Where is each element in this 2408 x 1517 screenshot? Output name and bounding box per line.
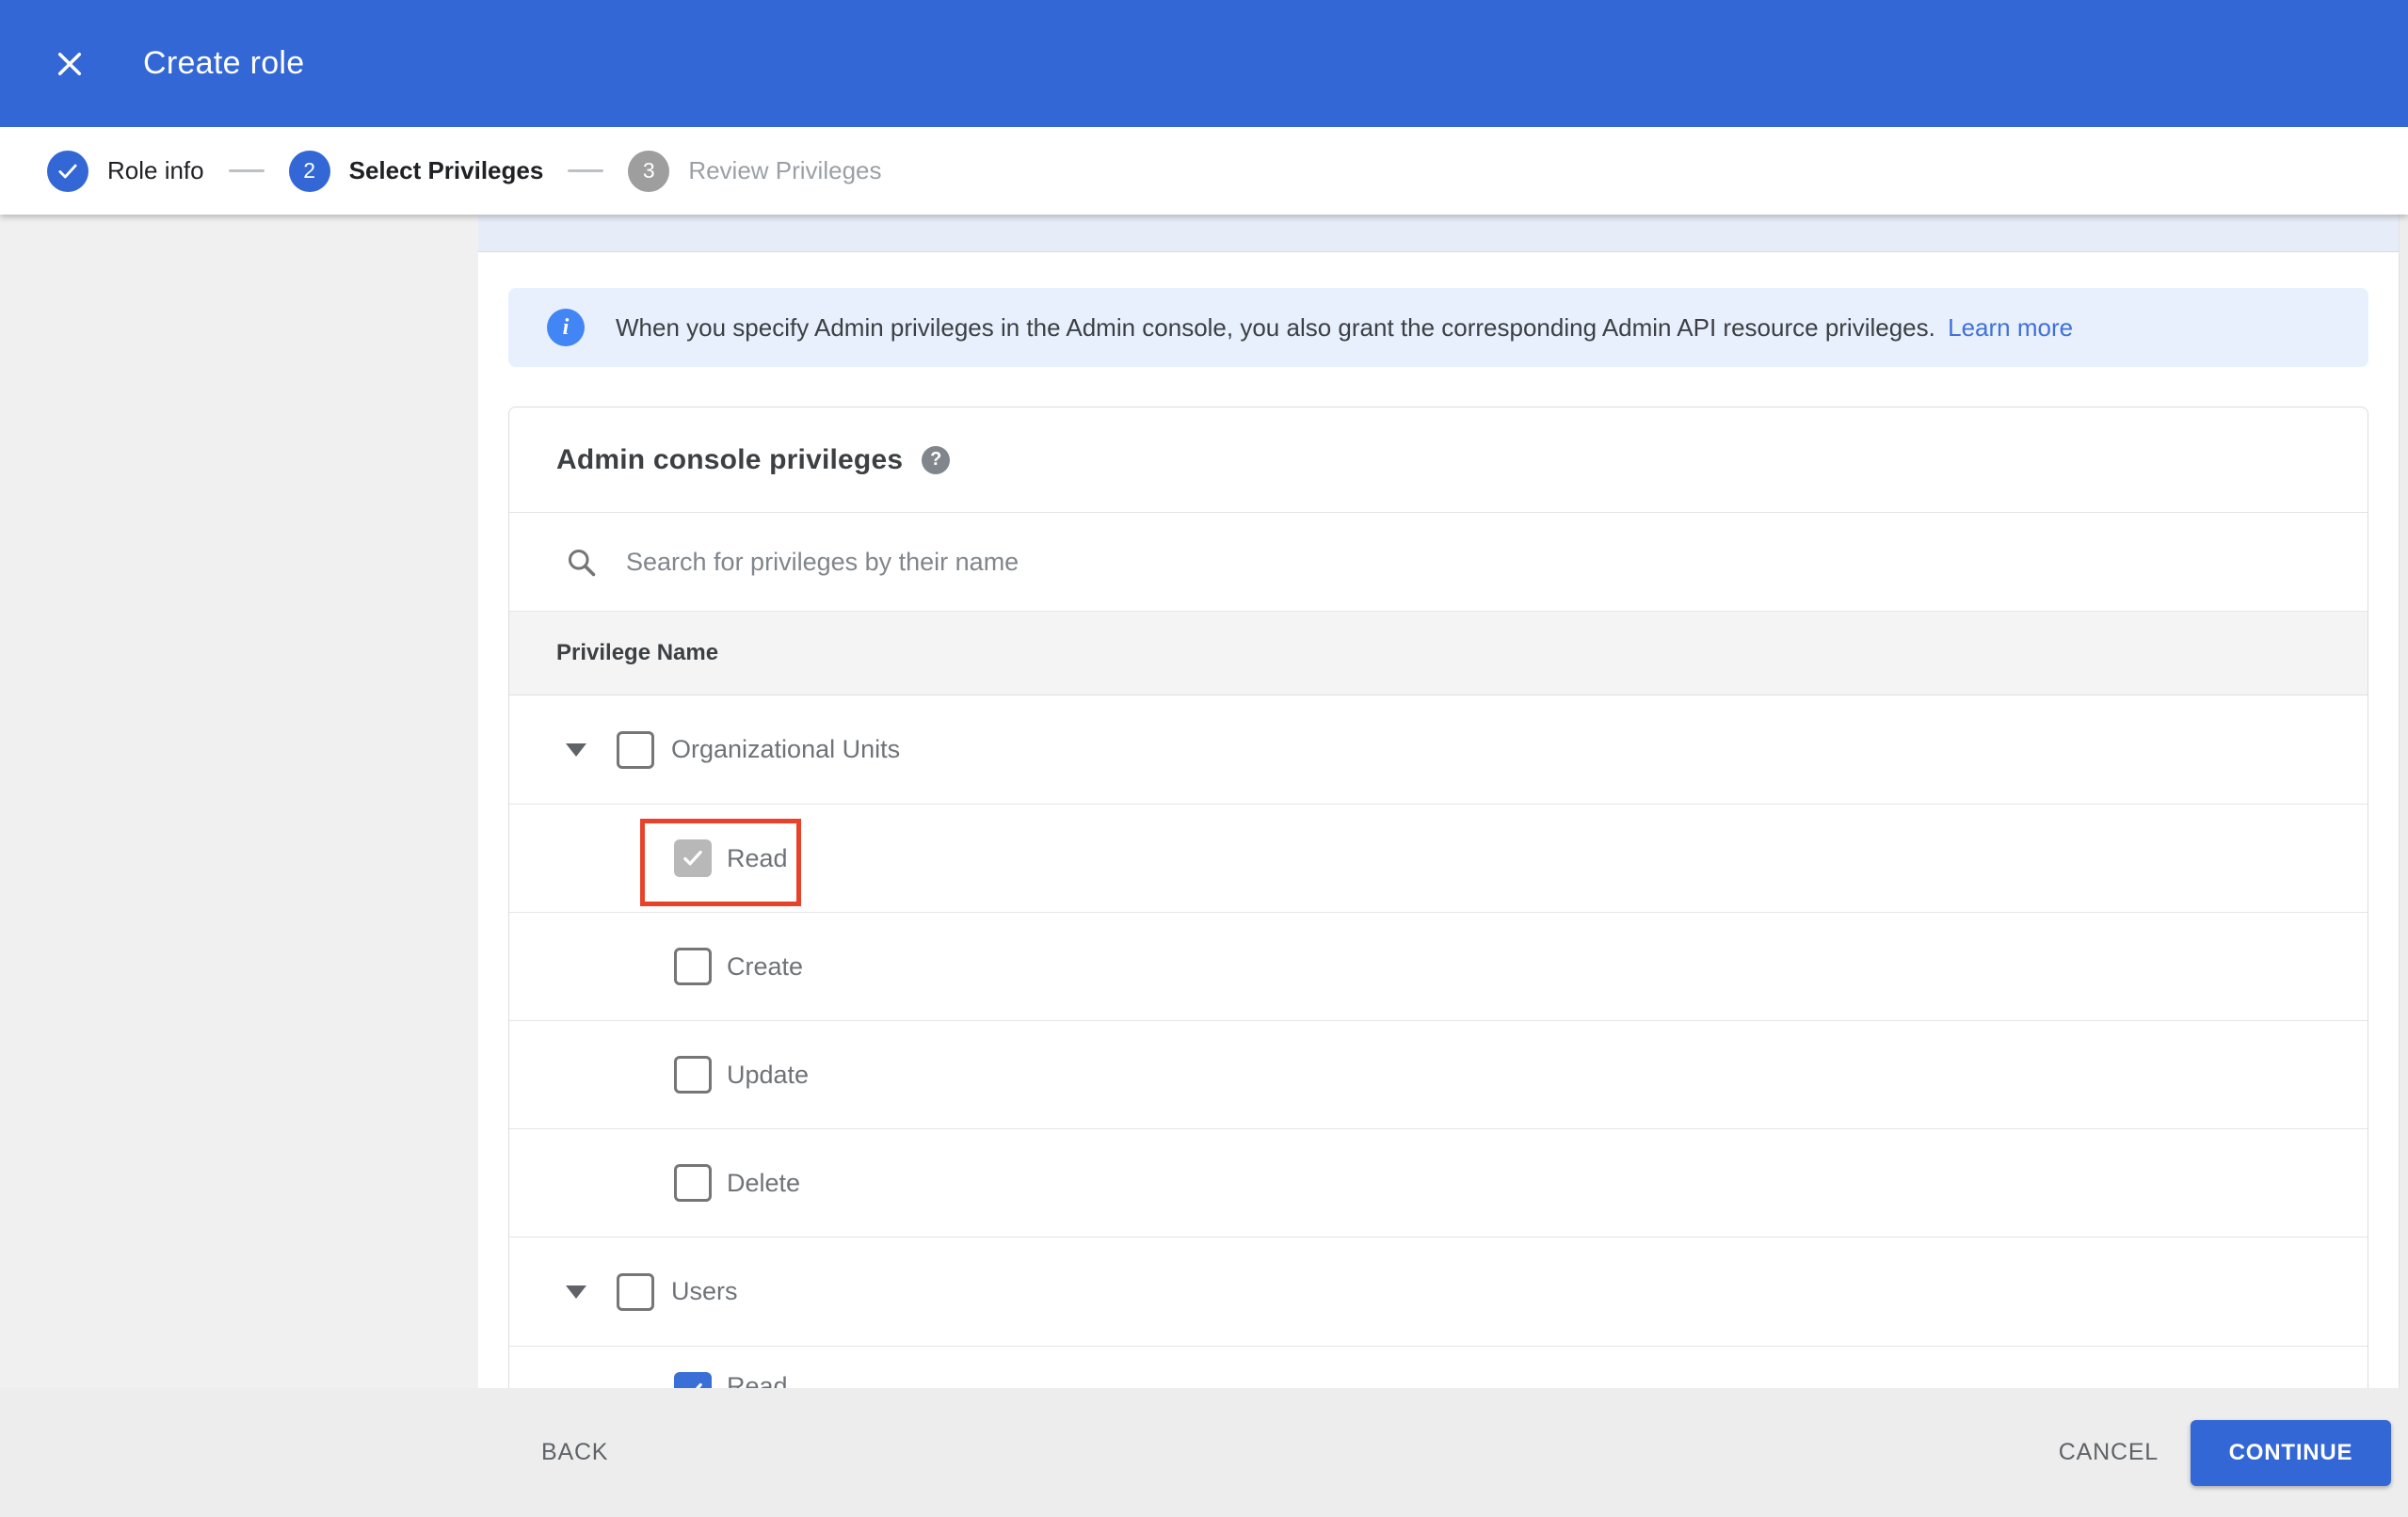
close-icon[interactable]	[43, 38, 96, 90]
info-banner: i When you specify Admin privileges in t…	[508, 288, 2368, 367]
step-label: Select Privileges	[348, 156, 544, 184]
column-header-privilege-name: Privilege Name	[556, 640, 719, 665]
row-label: Delete	[727, 1168, 801, 1197]
step-select-privileges[interactable]: 2 Select Privileges	[288, 150, 544, 192]
checkbox-read-checked-disabled[interactable]	[674, 839, 712, 877]
privilege-row-delete: Delete	[509, 1129, 2368, 1238]
step-complete-check-icon	[47, 150, 88, 192]
banner-message: When you specify Admin privileges in the…	[616, 312, 1935, 342]
create-role-dialog: Create role Role info 2 Select Privilege…	[0, 0, 2408, 1517]
cancel-button[interactable]: CANCEL	[2049, 1420, 2168, 1485]
table-header: Privilege Name	[509, 611, 2368, 695]
search-input[interactable]	[626, 547, 2368, 577]
privilege-row-create: Create	[509, 913, 2368, 1021]
collapse-arrow-icon[interactable]	[566, 1285, 586, 1299]
dialog-body: i When you specify Admin privileges in t…	[0, 215, 2408, 1517]
privilege-row-organizational-units: Organizational Units	[509, 695, 2368, 805]
learn-more-link[interactable]: Learn more	[1948, 313, 2073, 342]
help-icon[interactable]: ?	[922, 445, 951, 474]
privilege-search-row	[509, 512, 2368, 611]
row-label: Read	[727, 843, 788, 872]
card-header: Admin console privileges ?	[509, 407, 2368, 512]
stepper: Role info 2 Select Privileges 3 Review P…	[0, 127, 2408, 215]
info-icon: i	[547, 309, 585, 346]
step-review-privileges[interactable]: 3 Review Privileges	[628, 150, 882, 192]
dialog-title: Create role	[143, 45, 305, 81]
step-label: Role info	[107, 156, 204, 184]
step-connector	[228, 169, 265, 172]
step-number-badge: 3	[628, 150, 670, 192]
row-label: Organizational Units	[671, 735, 901, 763]
step-connector	[568, 169, 604, 172]
dialog-header: Create role	[0, 0, 2408, 127]
footer-bar: BACK CANCEL CONTINUE	[0, 1388, 2408, 1517]
checkbox-organizational-units[interactable]	[617, 730, 654, 769]
privileges-card: Admin console privileges ? Privilege Nam…	[508, 407, 2368, 1517]
row-label: Create	[727, 951, 804, 981]
left-gutter	[0, 215, 478, 1517]
collapse-arrow-icon[interactable]	[566, 743, 586, 757]
back-button[interactable]: BACK	[532, 1420, 618, 1485]
checkbox-create[interactable]	[674, 948, 712, 985]
row-label: Update	[727, 1060, 810, 1089]
continue-button[interactable]: CONTINUE	[2191, 1419, 2391, 1486]
row-label: Users	[671, 1277, 738, 1305]
step-role-info[interactable]: Role info	[47, 150, 204, 192]
privilege-row-update: Update	[509, 1021, 2368, 1129]
step-label: Review Privileges	[688, 156, 882, 184]
checkbox-delete[interactable]	[674, 1164, 712, 1202]
privilege-row-read: Read	[509, 805, 2368, 913]
content-panel: i When you specify Admin privileges in t…	[478, 215, 2408, 1517]
privilege-row-users: Users	[509, 1238, 2368, 1347]
checkbox-users[interactable]	[617, 1272, 654, 1311]
checkbox-update[interactable]	[674, 1056, 712, 1094]
card-title: Admin console privileges	[556, 443, 904, 475]
scrollbar[interactable]	[2399, 215, 2408, 1388]
scrolled-content-strip	[478, 215, 2408, 252]
search-icon	[568, 549, 596, 577]
step-number-badge: 2	[288, 150, 330, 192]
banner-text: When you specify Admin privileges in the…	[616, 313, 2073, 343]
